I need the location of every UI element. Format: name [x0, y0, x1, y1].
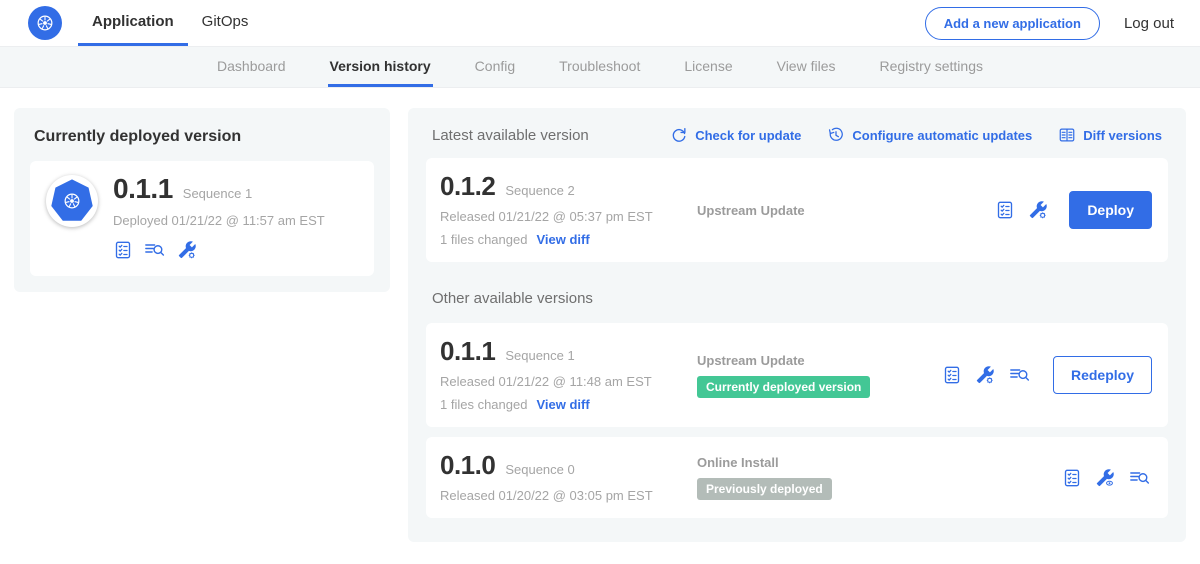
- version-actions: Check for update Configure automatic upd…: [670, 126, 1162, 144]
- config-icon[interactable]: [1028, 200, 1048, 220]
- schedule-update-icon: [827, 126, 845, 144]
- app-header: Application GitOps Add a new application…: [0, 0, 1200, 47]
- files-changed-label: 1 files changed: [440, 232, 527, 247]
- add-application-button[interactable]: Add a new application: [925, 7, 1100, 40]
- diff-versions-link[interactable]: Diff versions: [1058, 126, 1162, 144]
- files-changed-label: 1 files changed: [440, 397, 527, 412]
- subnav-view-files[interactable]: View files: [775, 47, 838, 87]
- configure-automatic-updates-label: Configure automatic updates: [852, 128, 1032, 143]
- released-timestamp: Released 01/21/22 @ 05:37 pm EST: [440, 209, 697, 224]
- available-versions-panel: Latest available version Check for updat…: [408, 108, 1186, 542]
- deploy-button[interactable]: Deploy: [1069, 191, 1152, 229]
- preflight-checks-icon[interactable]: [113, 240, 133, 260]
- config-icon[interactable]: [975, 365, 995, 385]
- app-subnav: Dashboard Version history Config Trouble…: [0, 47, 1200, 88]
- kubernetes-heptagon-logo: [49, 178, 95, 224]
- previously-deployed-badge: Previously deployed: [697, 478, 832, 500]
- diff-versions-label: Diff versions: [1083, 128, 1162, 143]
- redeploy-button[interactable]: Redeploy: [1053, 356, 1152, 394]
- view-diff-link[interactable]: View diff: [536, 232, 589, 247]
- tab-application[interactable]: Application: [78, 0, 188, 46]
- config-icon[interactable]: [177, 240, 197, 260]
- subnav-version-history[interactable]: Version history: [328, 47, 433, 87]
- check-for-update-link[interactable]: Check for update: [670, 126, 801, 144]
- released-timestamp: Released 01/20/22 @ 03:05 pm EST: [440, 488, 697, 503]
- kubernetes-wheel-icon: [60, 191, 84, 211]
- check-for-update-label: Check for update: [695, 128, 801, 143]
- tab-gitops[interactable]: GitOps: [188, 0, 263, 46]
- currently-deployed-title: Currently deployed version: [34, 128, 374, 146]
- kubernetes-logo: [28, 6, 62, 40]
- subnav-license[interactable]: License: [682, 47, 734, 87]
- view-diff-link[interactable]: View diff: [536, 397, 589, 412]
- version-source-label: Online Install: [697, 455, 1062, 470]
- sequence-label: Sequence 1: [505, 348, 574, 363]
- currently-deployed-panel: Currently deployed version 0.1.1 Sequenc…: [14, 108, 390, 292]
- kubernetes-wheel-icon: [35, 13, 55, 33]
- deployed-sequence-label: Sequence 1: [183, 186, 252, 201]
- version-number: 0.1.0: [440, 452, 495, 478]
- sequence-label: Sequence 2: [505, 183, 574, 198]
- preflight-checks-icon[interactable]: [995, 200, 1015, 220]
- other-available-versions-title: Other available versions: [432, 290, 1162, 307]
- subnav-dashboard[interactable]: Dashboard: [215, 47, 288, 87]
- subnav-troubleshoot[interactable]: Troubleshoot: [557, 47, 642, 87]
- configure-automatic-updates-link[interactable]: Configure automatic updates: [827, 126, 1032, 144]
- version-source-label: Upstream Update: [697, 203, 995, 218]
- version-card-0-1-2: 0.1.2 Sequence 2 Released 01/21/22 @ 05:…: [426, 158, 1168, 262]
- app-logo-badge: [46, 175, 98, 227]
- main-content: Currently deployed version 0.1.1 Sequenc…: [0, 88, 1200, 562]
- logout-link[interactable]: Log out: [1124, 15, 1174, 32]
- view-logs-icon[interactable]: [143, 240, 167, 260]
- deployed-version-number: 0.1.1: [113, 175, 173, 203]
- version-card-0-1-1: 0.1.1 Sequence 1 Released 01/21/22 @ 11:…: [426, 323, 1168, 427]
- preflight-checks-icon[interactable]: [1062, 468, 1082, 488]
- released-timestamp: Released 01/21/22 @ 11:48 am EST: [440, 374, 697, 389]
- view-logs-icon[interactable]: [1008, 365, 1032, 385]
- header-right: Add a new application Log out: [925, 7, 1174, 40]
- version-number: 0.1.1: [440, 338, 495, 364]
- preflight-checks-icon[interactable]: [942, 365, 962, 385]
- view-logs-icon[interactable]: [1128, 468, 1152, 488]
- refresh-icon: [670, 126, 688, 144]
- version-number: 0.1.2: [440, 173, 495, 199]
- sequence-label: Sequence 0: [505, 462, 574, 477]
- latest-available-title: Latest available version: [432, 127, 589, 144]
- currently-deployed-badge: Currently deployed version: [697, 376, 870, 398]
- view-config-icon[interactable]: [1095, 468, 1115, 488]
- subnav-registry-settings[interactable]: Registry settings: [878, 47, 985, 87]
- version-source-label: Upstream Update: [697, 353, 942, 368]
- subnav-config[interactable]: Config: [473, 47, 517, 87]
- diff-icon: [1058, 126, 1076, 144]
- currently-deployed-card: 0.1.1 Sequence 1 Deployed 01/21/22 @ 11:…: [30, 161, 374, 276]
- header-tabs: Application GitOps: [78, 0, 262, 46]
- deployed-timestamp: Deployed 01/21/22 @ 11:57 am EST: [113, 213, 325, 228]
- version-card-0-1-0: 0.1.0 Sequence 0 Released 01/20/22 @ 03:…: [426, 437, 1168, 518]
